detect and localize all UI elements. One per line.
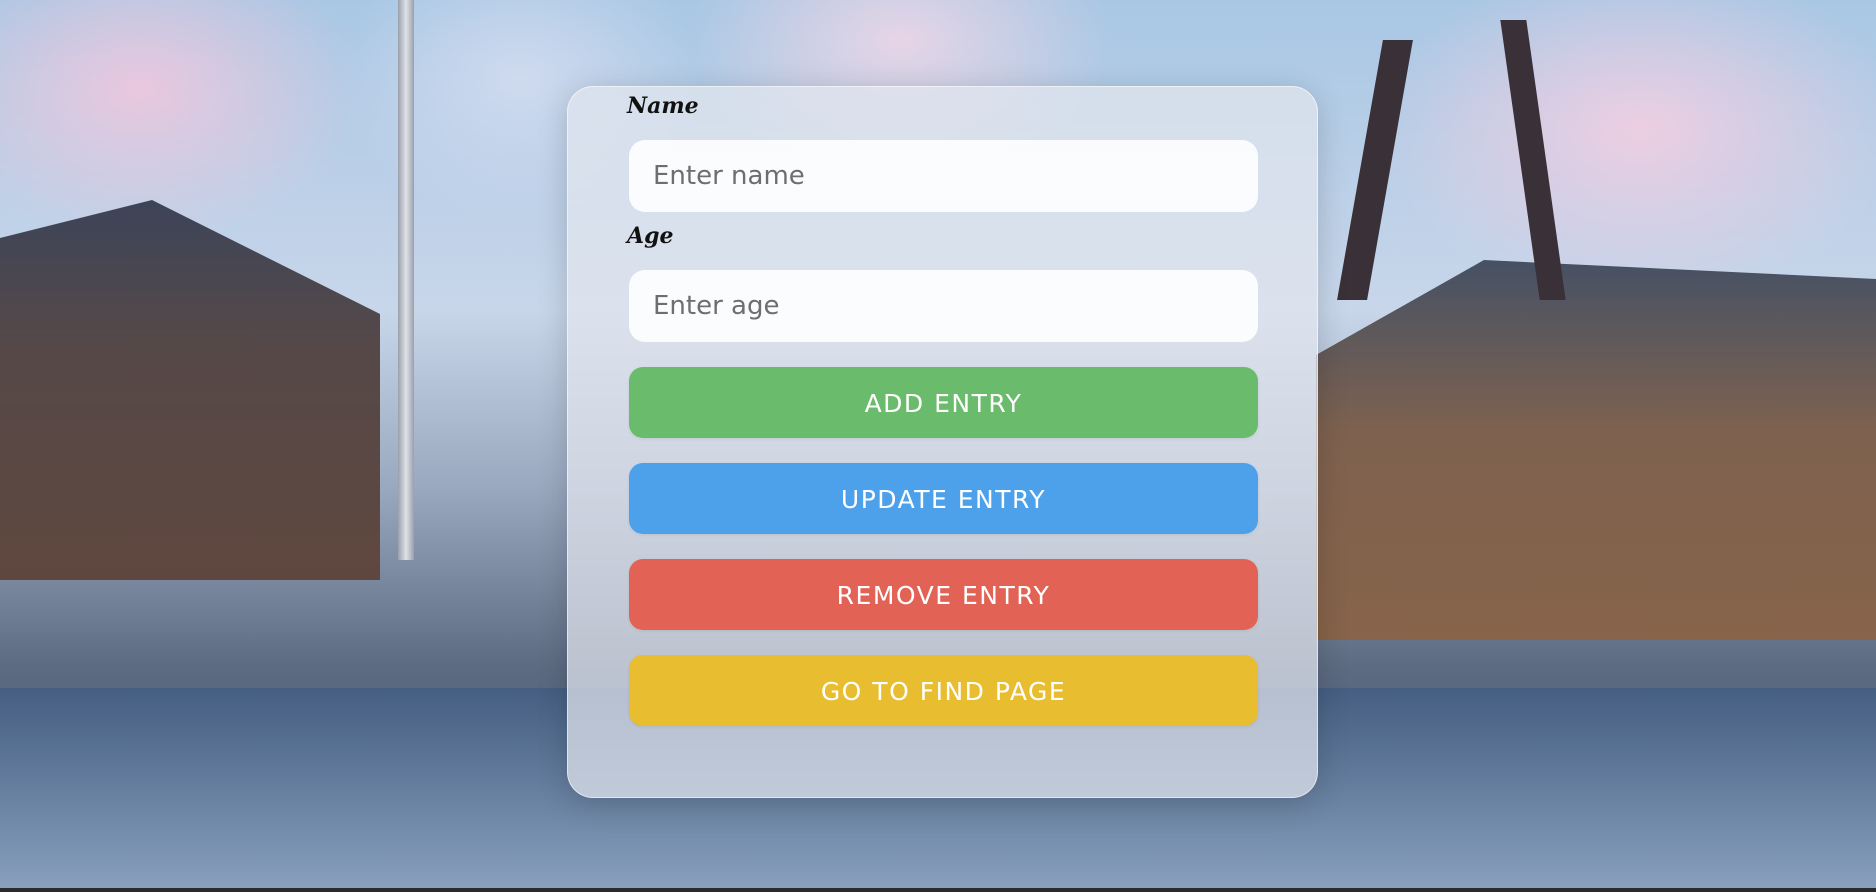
- background-tree-trunk: [1500, 20, 1566, 300]
- name-label: Name: [627, 93, 699, 119]
- bottom-edge-bar: [0, 888, 1876, 892]
- background-tree-trunk: [1337, 40, 1413, 300]
- age-input[interactable]: [629, 270, 1258, 342]
- update-entry-button[interactable]: UPDATE ENTRY: [629, 463, 1258, 534]
- remove-entry-button[interactable]: REMOVE ENTRY: [629, 559, 1258, 630]
- name-input[interactable]: [629, 140, 1258, 212]
- background-utility-pole: [398, 0, 414, 560]
- go-to-find-page-button[interactable]: GO TO FIND PAGE: [629, 655, 1258, 726]
- entry-form-card: Name Age ADD ENTRY UPDATE ENTRY REMOVE E…: [567, 86, 1318, 798]
- add-entry-button[interactable]: ADD ENTRY: [629, 367, 1258, 438]
- background-house-left: [0, 200, 380, 580]
- age-label: Age: [627, 223, 674, 249]
- background-house-right: [1316, 260, 1876, 640]
